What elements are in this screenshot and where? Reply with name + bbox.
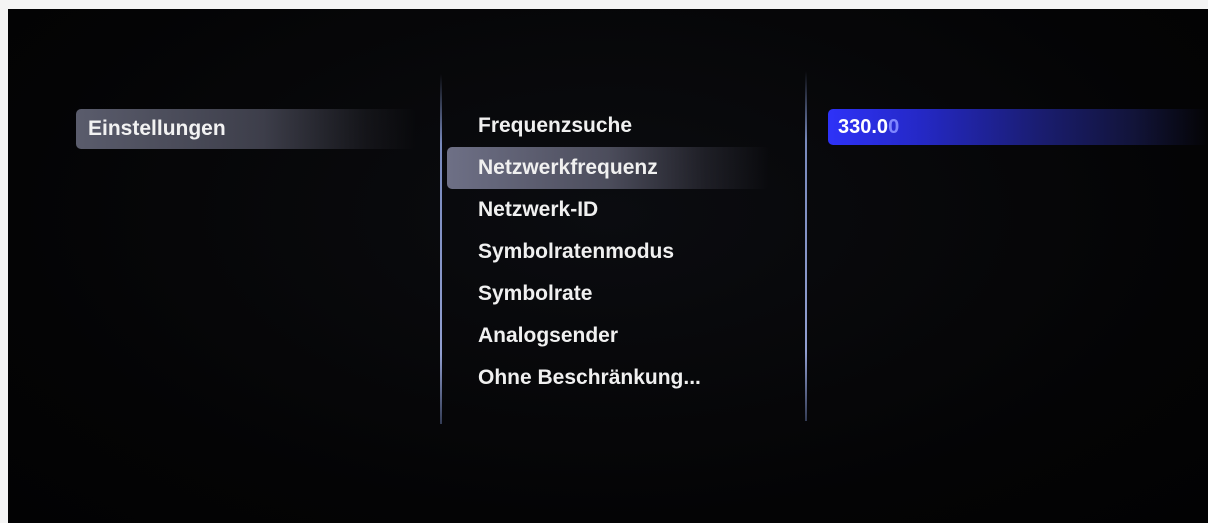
frequency-editing-digit: 0 <box>888 116 900 138</box>
frequency-entered-digits: 330.0 <box>838 116 889 138</box>
settings-menu: Frequenzsuche Netzwerkfrequenz Netzwerk-… <box>446 105 786 399</box>
tv-settings-screen: Einstellungen Frequenzsuche Netzwerkfreq… <box>8 9 1208 523</box>
menu-item-ohne-beschraenkung[interactable]: Ohne Beschränkung... <box>446 357 786 399</box>
menu-item-symbolrate[interactable]: Symbolrate <box>446 273 786 315</box>
menu-item-analogsender[interactable]: Analogsender <box>446 315 786 357</box>
breadcrumb-einstellungen[interactable]: Einstellungen <box>76 109 416 149</box>
column-divider-right <box>805 71 807 421</box>
menu-item-symbolratenmodus[interactable]: Symbolratenmodus <box>446 231 786 273</box>
frequency-value-input[interactable]: 330.00 <box>828 109 1208 145</box>
menu-item-frequenzsuche[interactable]: Frequenzsuche <box>446 105 786 147</box>
menu-item-netzwerk-id[interactable]: Netzwerk-ID <box>446 189 786 231</box>
column-divider-left <box>440 74 442 424</box>
menu-item-netzwerkfrequenz[interactable]: Netzwerkfrequenz <box>447 147 769 189</box>
